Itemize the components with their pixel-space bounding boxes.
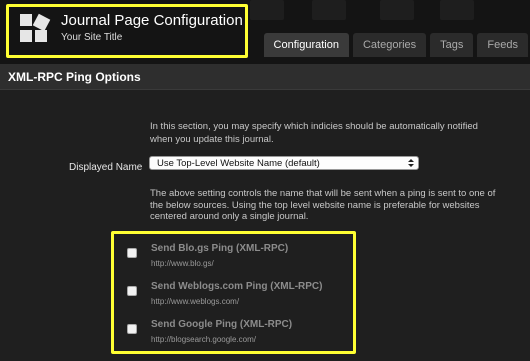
section-intro: In this section, you may specify which i… [150,121,478,145]
ping-options-group: Send Blo.gs Ping (XML-RPC) http://www.bl… [111,231,356,354]
ping-option-weblogs: Send Weblogs.com Ping (XML-RPC) http://w… [114,278,354,308]
journal-logo-icon [20,13,51,48]
tab-configuration[interactable]: Configuration [263,33,349,57]
google-ping-checkbox[interactable] [127,324,137,334]
section-title: XML-RPC Ping Options [8,70,141,84]
tab-tags[interactable]: Tags [430,33,474,57]
site-title: Your Site Title [61,32,123,43]
tab-bar: Configuration Categories Tags Feeds [260,33,528,57]
section-header: XML-RPC Ping Options [0,64,530,90]
brand-block: Journal Page Configuration Your Site Tit… [6,4,248,58]
ping-url: http://blogsearch.google.com/ [151,335,256,344]
ping-label: Send Google Ping (XML-RPC) [151,319,293,330]
blogs-ping-checkbox[interactable] [127,248,137,258]
displayed-name-select[interactable]: Use Top-Level Website Name (default) [149,156,419,170]
toolbar-placeholder [440,0,474,20]
displayed-name-label: Displayed Name [69,162,143,173]
toolbar-placeholder [380,0,414,20]
toolbar-placeholder [312,0,346,20]
select-arrows-icon [408,159,414,168]
app-title: Journal Page Configuration [61,12,243,29]
ping-url: http://www.weblogs.com/ [151,297,240,306]
weblogs-ping-checkbox[interactable] [127,286,137,296]
ping-option-blogs: Send Blo.gs Ping (XML-RPC) http://www.bl… [114,240,354,270]
displayed-name-note: The above setting controls the name that… [150,188,496,222]
app-header: Journal Page Configuration Your Site Tit… [0,0,530,64]
toolbar-placeholder [250,0,284,20]
ping-label: Send Blo.gs Ping (XML-RPC) [151,243,289,254]
ping-option-google: Send Google Ping (XML-RPC) http://blogse… [114,316,354,346]
tab-feeds[interactable]: Feeds [477,33,528,57]
tab-categories[interactable]: Categories [352,33,427,57]
ping-label: Send Weblogs.com Ping (XML-RPC) [151,281,323,292]
displayed-name-value: Use Top-Level Website Name (default) [157,158,320,169]
ping-url: http://www.blo.gs/ [151,259,214,268]
